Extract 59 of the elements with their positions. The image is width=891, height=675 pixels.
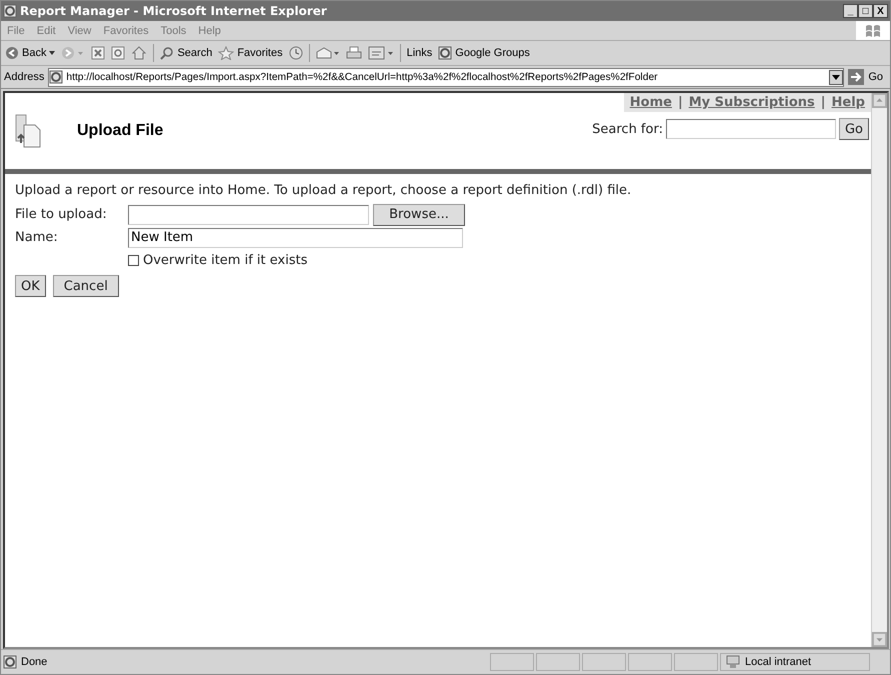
home-icon[interactable] bbox=[131, 46, 148, 60]
address-field[interactable]: http://localhost/Reports/Pages/Import.aspx?ItemPath=%2f&&CancelUrl=http%3a%2f%2flocalhost%2fReports%2fPages%2fFolder bbox=[48, 68, 844, 86]
status-panel bbox=[536, 653, 580, 671]
page-icon bbox=[49, 70, 64, 84]
back-icon bbox=[5, 46, 19, 60]
search-button[interactable]: Search bbox=[160, 46, 212, 60]
mail-icon[interactable] bbox=[316, 46, 340, 60]
name-field[interactable]: New Item bbox=[128, 228, 463, 248]
scrollbar[interactable] bbox=[871, 93, 887, 647]
separator: | bbox=[678, 95, 683, 110]
browse-button[interactable]: Browse... bbox=[373, 204, 465, 226]
star-icon bbox=[218, 46, 234, 60]
link-item[interactable]: Google Groups bbox=[438, 46, 530, 60]
nav-link[interactable]: Help bbox=[832, 95, 865, 110]
scroll-up-icon[interactable] bbox=[872, 93, 887, 108]
back-button[interactable]: Back bbox=[5, 46, 56, 60]
go-button[interactable]: Go bbox=[848, 69, 887, 85]
dropdown-icon[interactable] bbox=[832, 74, 840, 80]
page-icon bbox=[438, 46, 452, 60]
zone-text: Local intranet bbox=[745, 656, 812, 668]
cancel-button[interactable]: Cancel bbox=[52, 275, 119, 297]
search-label: Search for: bbox=[592, 122, 663, 136]
separator: | bbox=[820, 95, 826, 110]
network-icon bbox=[725, 655, 741, 669]
close-button[interactable]: X bbox=[873, 4, 888, 18]
print-icon[interactable] bbox=[346, 46, 362, 60]
edit-icon[interactable] bbox=[368, 46, 394, 60]
stop-icon[interactable] bbox=[91, 46, 106, 60]
upload-icon bbox=[15, 113, 41, 149]
go-button[interactable]: Go bbox=[838, 118, 869, 140]
minimize-button[interactable]: _ bbox=[843, 4, 858, 18]
address-label: Address bbox=[4, 71, 44, 83]
status-text: Done bbox=[21, 656, 48, 668]
status-panel bbox=[582, 653, 626, 671]
checkbox[interactable] bbox=[128, 254, 139, 266]
search-icon bbox=[160, 46, 174, 60]
page-icon bbox=[3, 655, 17, 669]
nav-link[interactable]: Home bbox=[630, 95, 672, 110]
status-panel bbox=[674, 653, 718, 671]
favorites-button[interactable]: Favorites bbox=[218, 46, 283, 60]
refresh-icon[interactable] bbox=[111, 46, 126, 60]
maximize-button[interactable]: □ bbox=[858, 4, 873, 18]
scroll-down-icon[interactable] bbox=[872, 632, 887, 647]
file-field[interactable] bbox=[128, 204, 369, 224]
forward-icon[interactable] bbox=[61, 46, 86, 60]
page-title: Upload File bbox=[77, 122, 164, 140]
history-icon[interactable] bbox=[288, 46, 303, 60]
intro-text: Upload a report or resource into Home. To upload a report, choose a report definition (.rdl) file. bbox=[15, 183, 632, 198]
field-label: Name: bbox=[15, 230, 59, 245]
nav-link[interactable]: My Subscriptions bbox=[688, 95, 815, 110]
search-field[interactable] bbox=[666, 119, 836, 139]
ok-button[interactable]: OK bbox=[15, 275, 46, 297]
status-panel bbox=[628, 653, 672, 671]
caret-icon bbox=[49, 51, 56, 55]
status-panel bbox=[490, 653, 534, 671]
field-label: File to upload: bbox=[15, 207, 108, 222]
window-title: Report Manager - Microsoft Internet Explorer bbox=[20, 4, 328, 18]
links-label: Links bbox=[406, 47, 432, 59]
checkbox-label: Overwrite item if it exists bbox=[143, 252, 308, 268]
